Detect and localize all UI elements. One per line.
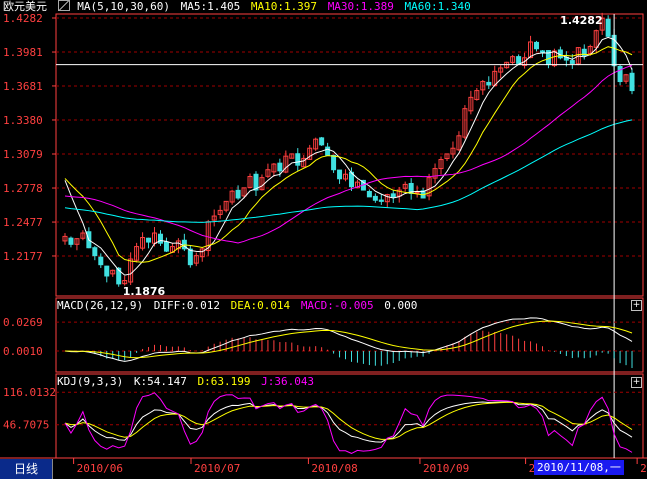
ma30-value: MA30:1.389	[327, 0, 394, 13]
date-tick-label: 2010/08	[311, 462, 357, 475]
diff-value: DIFF:0.012	[153, 299, 220, 312]
price-tick-label: 1.3681	[3, 80, 43, 93]
candle-body	[569, 60, 575, 64]
macd-tick-label: 0.0010	[3, 345, 43, 358]
kdj-tick-label: 46.7075	[3, 419, 49, 432]
candle-body	[157, 233, 163, 244]
macd-zero: 0.000	[384, 299, 418, 312]
price-tick-label: 1.3079	[3, 148, 43, 161]
dea-value: DEA:0.014	[230, 299, 291, 312]
chart-icon[interactable]	[57, 0, 70, 11]
candle-body	[146, 237, 152, 243]
macd-header: MACD(26,12,9) DIFF:0.012 DEA:0.014 MACD:…	[57, 299, 421, 312]
candle-body	[187, 248, 193, 266]
date-tick-label: 2010/06	[77, 462, 123, 475]
chart-window: 1.4282 1.3981 1.3681 1.3380 1.3079 1.2778 1.24…	[0, 0, 647, 479]
candle-body	[295, 153, 301, 166]
candle-body	[534, 41, 540, 50]
candle-body	[390, 193, 396, 198]
kdj-tick-label: 116.0132	[3, 386, 56, 399]
candle-body	[605, 18, 611, 37]
candle-body	[331, 154, 337, 171]
dea-line	[64, 320, 633, 359]
candle-body	[163, 241, 169, 252]
candle-body	[235, 189, 241, 199]
candle-body	[378, 199, 384, 202]
date-tick-label: 2010/07	[194, 462, 240, 475]
ma60-line	[64, 119, 633, 223]
price-tick-label: 1.4282	[3, 12, 43, 25]
date-tick-label: 2010/09	[423, 462, 469, 475]
j-value: J:36.043	[261, 375, 315, 388]
price-tick-label: 1.2477	[3, 216, 43, 229]
ma60-value: MA60:1.340	[404, 0, 471, 13]
kdj-expand-button[interactable]: +	[631, 377, 642, 388]
candlestick-chart: 1.4282 1.3981 1.3681 1.3380 1.3079 1.2778 1.24…	[0, 12, 647, 475]
candle-body	[98, 256, 104, 266]
candle-body	[319, 137, 325, 146]
candle-body	[539, 50, 545, 53]
price-tick-label: 1.3981	[3, 46, 43, 59]
candle-body	[629, 72, 635, 92]
candle-body	[337, 169, 343, 180]
candle-body	[372, 195, 378, 201]
date-tick-label: 2010/11	[640, 462, 647, 475]
candle-body	[277, 162, 283, 172]
d-value: D:63.199	[197, 375, 251, 388]
ma10-value: MA10:1.397	[250, 0, 318, 13]
candle-body	[92, 247, 98, 257]
diff-line	[64, 317, 633, 362]
cursor-date-label: 2010/11/08,一	[534, 460, 624, 475]
candle-body	[414, 191, 420, 194]
ma-label: MA(5,10,30,60)	[77, 0, 170, 13]
j-line	[64, 392, 633, 454]
kdj-header: KDJ(9,3,3) K:54.147 D:63.199 J:36.043	[57, 375, 318, 388]
candle-body	[617, 65, 623, 83]
candle-body	[68, 237, 74, 245]
price-header: 欧元美元 MA(5,10,30,60) MA5:1.405 MA10:1.397…	[3, 0, 475, 13]
macd-expand-button[interactable]: +	[631, 300, 642, 311]
macd-tick-label: 0.0269	[3, 316, 43, 329]
symbol-name: 欧元美元	[3, 0, 47, 13]
macd-label: MACD(26,12,9)	[57, 299, 144, 312]
kdj-label: KDJ(9,3,3)	[57, 375, 124, 388]
high-annotation: 1.4282	[560, 14, 602, 27]
price-tick-label: 1.2177	[3, 250, 43, 263]
price-tick-label: 1.2778	[3, 182, 43, 195]
low-annotation: 1.1876	[123, 285, 166, 298]
macd-value: MACD:-0.005	[300, 299, 374, 312]
candle-body	[104, 265, 110, 277]
candle-body	[325, 146, 331, 156]
k-value: K:54.147	[133, 375, 187, 388]
candle-body	[366, 190, 372, 198]
candle-body	[516, 56, 522, 64]
price-tick-label: 1.3380	[3, 114, 43, 127]
candle-body	[486, 81, 492, 86]
ma5-value: MA5:1.405	[180, 0, 241, 13]
period-tab-daily[interactable]: 日线	[0, 459, 53, 479]
